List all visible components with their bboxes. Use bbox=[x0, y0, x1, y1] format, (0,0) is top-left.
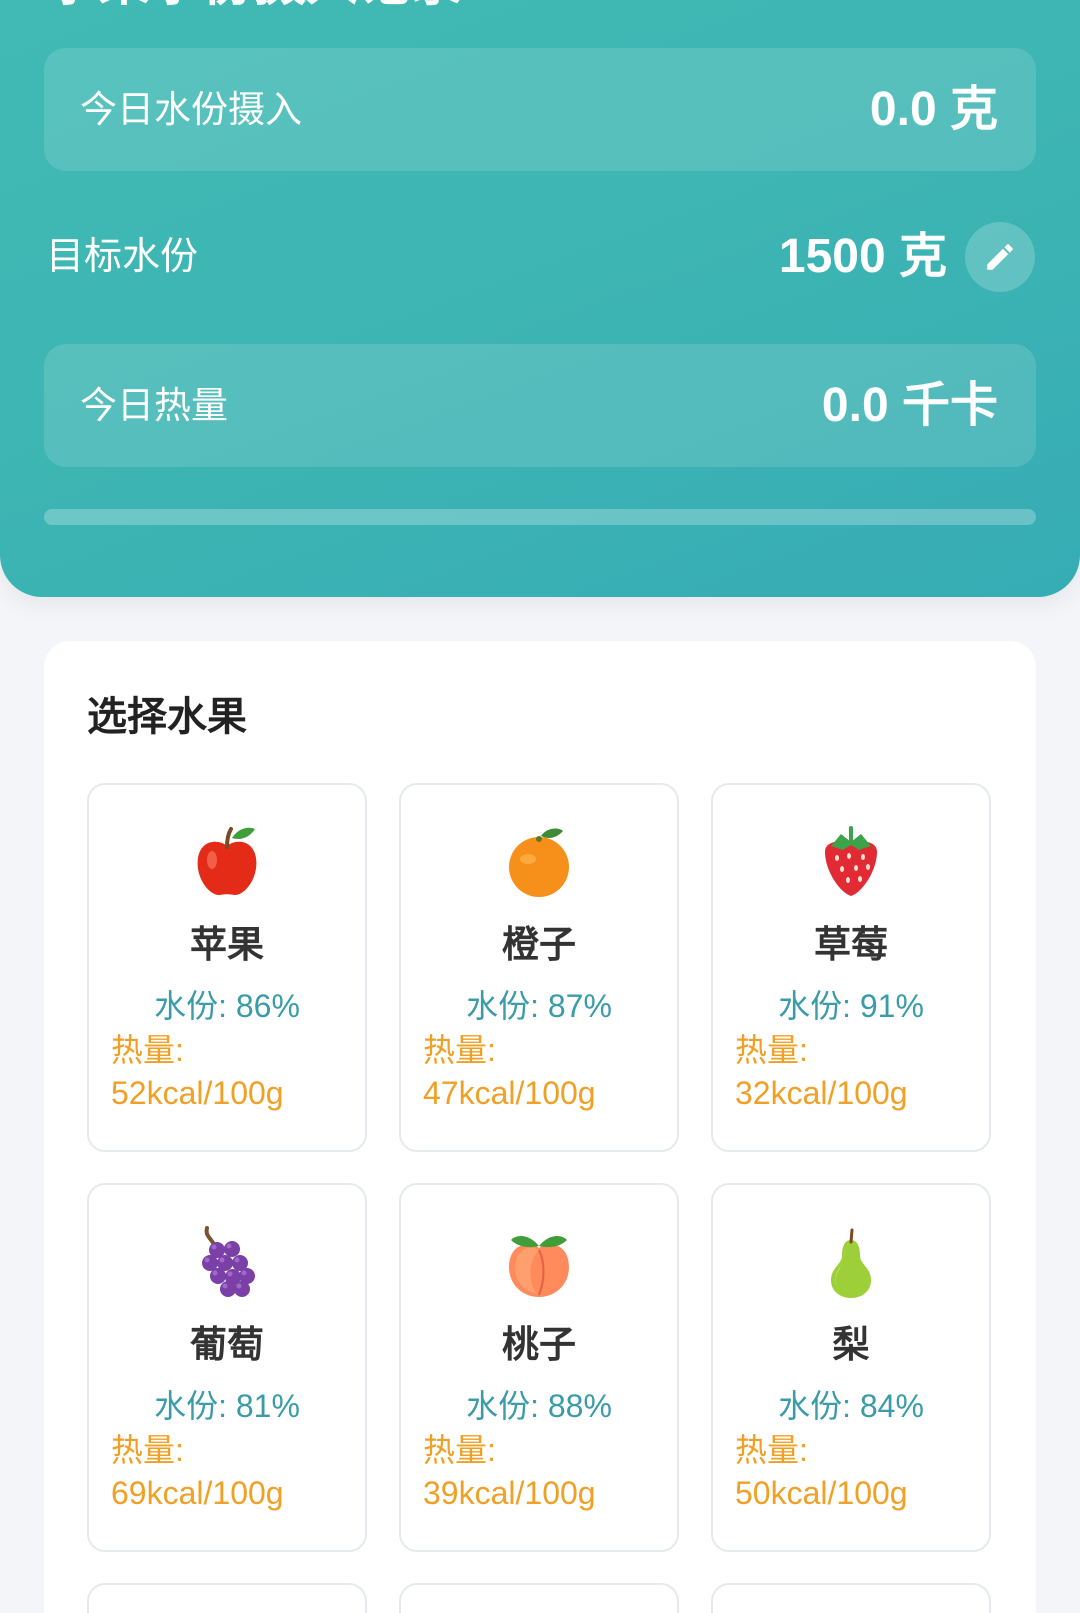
fruit-water-content: 水份: 91% bbox=[778, 988, 924, 1024]
fruit-name: 梨 bbox=[832, 1324, 870, 1365]
fruit-water-content: 水份: 81% bbox=[154, 1388, 300, 1424]
water-goal-row: 目标水份 1500 克 bbox=[44, 222, 1036, 292]
fruit-card-apple[interactable]: 苹果 水份: 86% 热量: 52kcal/100g bbox=[87, 783, 367, 1152]
fruit-card[interactable] bbox=[87, 1583, 367, 1613]
fruit-calorie-label: 热量: bbox=[423, 1432, 496, 1468]
pear-icon bbox=[831, 1228, 871, 1298]
pencil-icon bbox=[987, 244, 1013, 270]
fruit-name: 橙子 bbox=[502, 924, 576, 965]
water-intake-label: 今日水份摄入 bbox=[80, 89, 302, 130]
orange-icon bbox=[509, 828, 569, 897]
page-title: 水果水份摄入记录 bbox=[46, 0, 462, 12]
fruit-calorie-value: 39kcal/100g bbox=[423, 1475, 596, 1511]
edit-goal-button[interactable] bbox=[965, 222, 1035, 292]
fruit-calorie-label: 热量: bbox=[735, 1432, 808, 1468]
fruit-name: 草莓 bbox=[814, 924, 888, 965]
fruit-selection-panel: 选择水果 苹果 水份: 86% 热量: 52kcal/100g 橙子 水份: 8… bbox=[44, 641, 1036, 1613]
peach-icon bbox=[509, 1236, 569, 1297]
calories-label: 今日热量 bbox=[80, 385, 228, 426]
fruit-name: 桃子 bbox=[502, 1324, 576, 1365]
fruit-calorie-value: 50kcal/100g bbox=[735, 1475, 908, 1511]
fruit-calorie-value: 69kcal/100g bbox=[111, 1475, 284, 1511]
fruit-card[interactable] bbox=[711, 1583, 991, 1613]
fruit-calorie-value: 52kcal/100g bbox=[111, 1075, 284, 1111]
summary-header: 水果水份摄入记录 今日水份摄入 0.0 克 目标水份 1500 克 今日热量 0… bbox=[0, 0, 1080, 597]
section-title: 选择水果 bbox=[87, 695, 247, 739]
calories-card: 今日热量 0.0 千卡 bbox=[44, 344, 1036, 467]
fruit-calorie-label: 热量: bbox=[735, 1032, 808, 1068]
fruit-name: 苹果 bbox=[190, 924, 264, 965]
fruit-card-strawberry[interactable]: 草莓 水份: 91% 热量: 32kcal/100g bbox=[711, 783, 991, 1152]
water-progress-bar bbox=[44, 509, 1036, 525]
fruit-name: 葡萄 bbox=[190, 1324, 264, 1365]
calories-value: 0.0 千卡 bbox=[821, 379, 998, 432]
fruit-water-content: 水份: 86% bbox=[154, 988, 300, 1024]
fruit-card-grapes[interactable]: 葡萄 水份: 81% 热量: 69kcal/100g bbox=[87, 1183, 367, 1552]
fruit-calorie-value: 47kcal/100g bbox=[423, 1075, 596, 1111]
fruit-water-content: 水份: 88% bbox=[466, 1388, 612, 1424]
water-intake-card: 今日水份摄入 0.0 克 bbox=[44, 48, 1036, 171]
fruit-calorie-label: 热量: bbox=[111, 1432, 184, 1468]
fruit-water-content: 水份: 87% bbox=[466, 988, 612, 1024]
grapes-icon bbox=[202, 1226, 255, 1297]
apple-icon bbox=[197, 827, 257, 896]
fruit-calorie-label: 热量: bbox=[423, 1032, 496, 1068]
fruit-card-orange[interactable]: 橙子 水份: 87% 热量: 47kcal/100g bbox=[399, 783, 679, 1152]
fruit-calorie-value: 32kcal/100g bbox=[735, 1075, 908, 1111]
fruit-calorie-label: 热量: bbox=[111, 1032, 184, 1068]
fruit-water-content: 水份: 84% bbox=[778, 1388, 924, 1424]
strawberry-icon bbox=[825, 826, 877, 896]
fruit-card-pear[interactable]: 梨 水份: 84% 热量: 50kcal/100g bbox=[711, 1183, 991, 1552]
water-goal-label: 目标水份 bbox=[46, 236, 199, 278]
fruit-card[interactable] bbox=[399, 1583, 679, 1613]
water-goal-value: 1500 克 bbox=[778, 230, 947, 283]
water-intake-value: 0.0 克 bbox=[869, 83, 998, 136]
fruit-card-peach[interactable]: 桃子 水份: 88% 热量: 39kcal/100g bbox=[399, 1183, 679, 1552]
